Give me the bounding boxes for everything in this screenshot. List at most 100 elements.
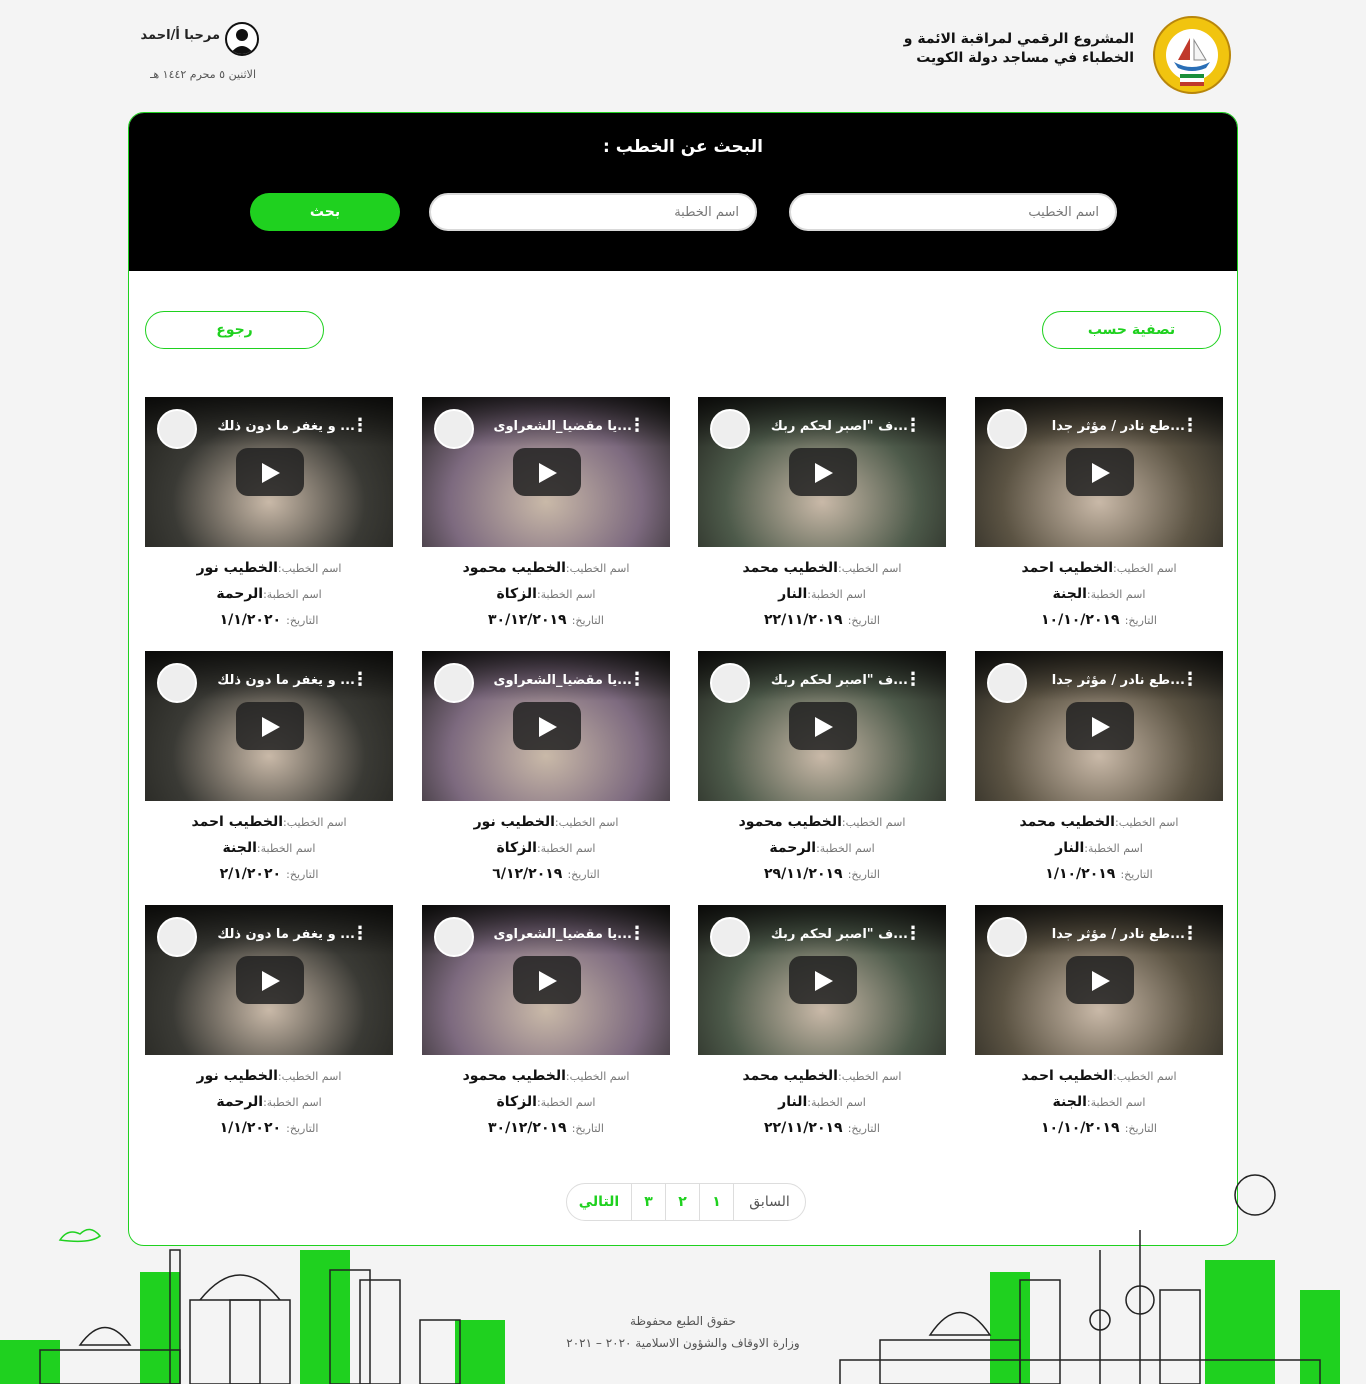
speaker-label: اسم الخطيب: <box>1113 562 1177 575</box>
speaker-name-input[interactable] <box>789 193 1117 231</box>
video-card[interactable]: ... و يغفر ما دون ذلك ⋮ اسم الخطيب:الخطي… <box>145 397 393 637</box>
video-title[interactable]: ...ف "اصبر لحكم ربك <box>758 419 908 434</box>
youtube-play-icon[interactable] <box>513 702 581 750</box>
search-button[interactable]: بحث <box>250 193 400 231</box>
channel-avatar-icon[interactable] <box>710 917 750 957</box>
more-vert-icon[interactable]: ⋮ <box>1181 925 1199 943</box>
video-thumbnail[interactable]: ...يا مقضيا_الشعراوى ⋮ <box>422 905 670 1055</box>
more-vert-icon[interactable]: ⋮ <box>904 417 922 435</box>
kuwait-emblem-logo[interactable] <box>1152 10 1232 100</box>
video-title[interactable]: ...يا مقضيا_الشعراوى <box>482 673 632 688</box>
video-thumbnail[interactable]: ...طع نادر / مؤثر جدا ⋮ <box>975 651 1223 801</box>
video-thumbnail[interactable]: ...ف "اصبر لحكم ربك ⋮ <box>698 651 946 801</box>
back-button[interactable]: رجوع <box>145 311 324 349</box>
video-thumbnail[interactable]: ...ف "اصبر لحكم ربك ⋮ <box>698 905 946 1055</box>
video-thumbnail[interactable]: ... و يغفر ما دون ذلك ⋮ <box>145 905 393 1055</box>
filter-button[interactable]: تصفية حسب <box>1042 311 1221 349</box>
welcome-text: مرحبا أ/احمد <box>140 28 220 43</box>
channel-avatar-icon[interactable] <box>157 409 197 449</box>
video-title[interactable]: ...طع نادر / مؤثر جدا <box>1035 927 1185 942</box>
sermon-label: اسم الخطبة: <box>536 1096 596 1109</box>
video-thumbnail[interactable]: ...طع نادر / مؤثر جدا ⋮ <box>975 905 1223 1055</box>
date-value: ٦/١٢/٢٠١٩ <box>492 866 563 882</box>
video-title[interactable]: ... و يغفر ما دون ذلك <box>205 419 355 434</box>
video-title[interactable]: ...يا مقضيا_الشعراوى <box>482 927 632 942</box>
speaker-label: اسم الخطيب: <box>837 562 902 575</box>
video-thumbnail[interactable]: ...يا مقضيا_الشعراوى ⋮ <box>422 397 670 547</box>
user-avatar-icon[interactable] <box>225 22 259 56</box>
channel-avatar-icon[interactable] <box>987 409 1027 449</box>
video-thumbnail[interactable]: ...يا مقضيا_الشعراوى ⋮ <box>422 651 670 801</box>
youtube-play-icon[interactable] <box>789 448 857 496</box>
video-card[interactable]: ...يا مقضيا_الشعراوى ⋮ اسم الخطيب:الخطيب… <box>422 905 670 1145</box>
video-meta: اسم الخطيب:الخطيب نور اسم الخطبة:الرحمة … <box>145 555 393 633</box>
youtube-play-icon[interactable] <box>236 448 304 496</box>
more-vert-icon[interactable]: ⋮ <box>628 417 646 435</box>
video-card[interactable]: ...ف "اصبر لحكم ربك ⋮ اسم الخطيب:الخطيب … <box>698 651 946 891</box>
video-card[interactable]: ... و يغفر ما دون ذلك ⋮ اسم الخطيب:الخطي… <box>145 905 393 1145</box>
channel-avatar-icon[interactable] <box>434 663 474 703</box>
video-thumbnail[interactable]: ... و يغفر ما دون ذلك ⋮ <box>145 397 393 547</box>
sermon-label: اسم الخطبة: <box>263 588 322 601</box>
video-title[interactable]: ...ف "اصبر لحكم ربك <box>758 673 908 688</box>
sermon-label: اسم الخطبة: <box>816 842 875 855</box>
speaker-label: اسم الخطيب: <box>283 816 347 829</box>
date-value: ٢٢/١١/٢٠١٩ <box>764 1120 843 1136</box>
channel-avatar-icon[interactable] <box>157 917 197 957</box>
video-title[interactable]: ... و يغفر ما دون ذلك <box>205 673 355 688</box>
video-card[interactable]: ...طع نادر / مؤثر جدا ⋮ اسم الخطيب:الخطي… <box>975 905 1223 1145</box>
more-vert-icon[interactable]: ⋮ <box>904 925 922 943</box>
speaker-label: اسم الخطيب: <box>565 562 630 575</box>
channel-avatar-icon[interactable] <box>434 409 474 449</box>
video-thumbnail[interactable]: ...طع نادر / مؤثر جدا ⋮ <box>975 397 1223 547</box>
youtube-play-icon[interactable] <box>513 956 581 1004</box>
sermon-label: اسم الخطبة: <box>536 842 596 855</box>
video-card[interactable]: ...طع نادر / مؤثر جدا ⋮ اسم الخطيب:الخطي… <box>975 397 1223 637</box>
video-meta: اسم الخطيب:الخطيب محمد اسم الخطبة:النار … <box>698 555 946 633</box>
sermon-name-input[interactable] <box>429 193 757 231</box>
video-title[interactable]: ...طع نادر / مؤثر جدا <box>1035 419 1185 434</box>
youtube-play-icon[interactable] <box>789 702 857 750</box>
video-card[interactable]: ...يا مقضيا_الشعراوى ⋮ اسم الخطيب:الخطيب… <box>422 397 670 637</box>
youtube-play-icon[interactable] <box>1066 956 1134 1004</box>
more-vert-icon[interactable]: ⋮ <box>351 671 369 689</box>
speaker-label: اسم الخطيب: <box>1114 816 1179 829</box>
more-vert-icon[interactable]: ⋮ <box>904 671 922 689</box>
channel-avatar-icon[interactable] <box>434 917 474 957</box>
video-title[interactable]: ... و يغفر ما دون ذلك <box>205 927 355 942</box>
youtube-play-icon[interactable] <box>236 956 304 1004</box>
more-vert-icon[interactable]: ⋮ <box>628 671 646 689</box>
channel-avatar-icon[interactable] <box>710 663 750 703</box>
more-vert-icon[interactable]: ⋮ <box>351 417 369 435</box>
site-title-line2: الخطباء في مساجد دولة الكويت <box>916 50 1134 66</box>
youtube-play-icon[interactable] <box>789 956 857 1004</box>
video-card[interactable]: ... و يغفر ما دون ذلك ⋮ اسم الخطيب:الخطي… <box>145 651 393 891</box>
video-card[interactable]: ...طع نادر / مؤثر جدا ⋮ اسم الخطيب:الخطي… <box>975 651 1223 891</box>
more-vert-icon[interactable]: ⋮ <box>1181 417 1199 435</box>
video-meta: اسم الخطيب:الخطيب محمد اسم الخطبة:النار … <box>698 1063 946 1141</box>
date-label: التاريخ: <box>286 614 319 627</box>
video-card[interactable]: ...ف "اصبر لحكم ربك ⋮ اسم الخطيب:الخطيب … <box>698 905 946 1145</box>
channel-avatar-icon[interactable] <box>987 663 1027 703</box>
more-vert-icon[interactable]: ⋮ <box>351 925 369 943</box>
video-thumbnail[interactable]: ... و يغفر ما دون ذلك ⋮ <box>145 651 393 801</box>
video-meta: اسم الخطيب:الخطيب احمد اسم الخطبة:الجنة … <box>975 1063 1223 1141</box>
video-title[interactable]: ...ف "اصبر لحكم ربك <box>758 927 908 942</box>
video-title[interactable]: ...يا مقضيا_الشعراوى <box>482 419 632 434</box>
sermon-value: النار <box>778 586 808 602</box>
channel-avatar-icon[interactable] <box>157 663 197 703</box>
channel-avatar-icon[interactable] <box>987 917 1027 957</box>
more-vert-icon[interactable]: ⋮ <box>628 925 646 943</box>
video-title[interactable]: ...طع نادر / مؤثر جدا <box>1035 673 1185 688</box>
date-value: ١٠/١٠/٢٠١٩ <box>1041 1120 1120 1136</box>
channel-avatar-icon[interactable] <box>710 409 750 449</box>
speaker-value: الخطيب نور <box>473 814 555 830</box>
more-vert-icon[interactable]: ⋮ <box>1181 671 1199 689</box>
youtube-play-icon[interactable] <box>236 702 304 750</box>
video-card[interactable]: ...ف "اصبر لحكم ربك ⋮ اسم الخطيب:الخطيب … <box>698 397 946 637</box>
youtube-play-icon[interactable] <box>1066 448 1134 496</box>
youtube-play-icon[interactable] <box>513 448 581 496</box>
video-card[interactable]: ...يا مقضيا_الشعراوى ⋮ اسم الخطيب:الخطيب… <box>422 651 670 891</box>
video-thumbnail[interactable]: ...ف "اصبر لحكم ربك ⋮ <box>698 397 946 547</box>
youtube-play-icon[interactable] <box>1066 702 1134 750</box>
